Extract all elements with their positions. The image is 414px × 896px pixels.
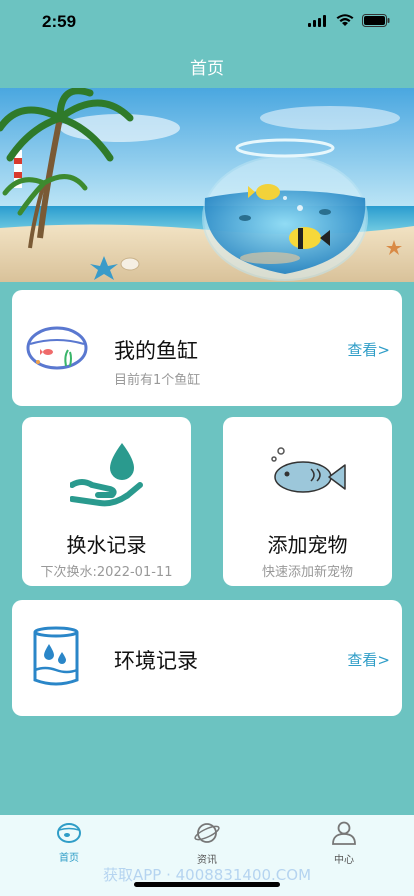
fish-icon [271,447,346,493]
status-icons [308,14,390,27]
water-change-card[interactable]: 换水记录 下次换水:2022-01-11 [22,417,191,586]
planet-icon [194,823,220,843]
water-change-title: 换水记录 [66,533,147,557]
environment-record-title: 环境记录 [114,649,198,673]
battery-icon [362,14,390,27]
my-aquarium-subtitle: 目前有1个鱼缸 [114,373,201,388]
banner-image[interactable] [0,88,414,282]
water-tank-icon [33,626,79,686]
water-change-subtitle: 下次换水:2022-01-11 [40,565,173,580]
view-aquarium-link[interactable]: 查看> [347,339,390,360]
add-pet-card[interactable]: 添加宠物 快速添加新宠物 [223,417,392,586]
environment-record-card[interactable]: 环境记录 查看> [12,600,402,716]
page-title: 首页 [190,59,224,79]
add-pet-subtitle: 快速添加新宠物 [261,565,353,580]
signal-icon [308,14,326,27]
my-aquarium-card[interactable]: 我的鱼缸 目前有1个鱼缸 查看> [12,290,402,406]
fish-bowl-icon [26,326,88,370]
status-bar: 2:59 [0,0,414,48]
fish-bowl-icon [57,823,81,843]
tab-center[interactable]: 中心 [304,821,384,866]
my-aquarium-title: 我的鱼缸 [114,339,198,363]
home-indicator [134,882,280,887]
tab-home[interactable]: 首页 [29,821,109,864]
status-time: 2:59 [42,12,77,31]
water-drop-hand-icon [70,443,143,507]
user-icon [332,821,356,845]
tab-home-label: 首页 [59,853,79,864]
tab-news[interactable]: 资讯 [167,821,247,866]
view-environment-link[interactable]: 查看> [347,649,390,670]
wifi-icon [336,14,354,26]
add-pet-title: 添加宠物 [267,533,348,557]
beach-fishbowl-illustration [0,88,414,282]
